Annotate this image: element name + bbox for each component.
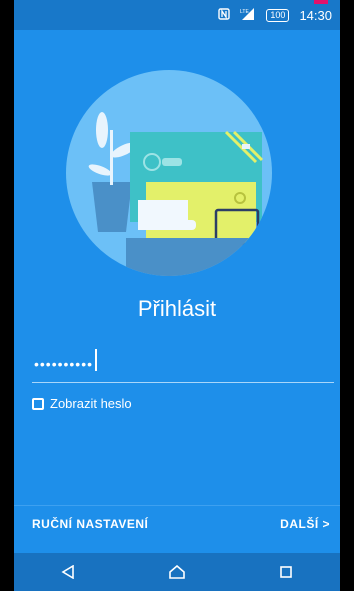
show-password-toggle[interactable]: Zobrazit heslo xyxy=(32,396,132,411)
text-cursor xyxy=(95,349,97,371)
next-button[interactable]: DALŠÍ > xyxy=(280,517,330,531)
recents-icon[interactable] xyxy=(266,557,306,587)
notification-marker xyxy=(314,0,328,4)
divider xyxy=(14,505,340,506)
clock: 14:30 xyxy=(299,7,332,23)
battery-icon: 100 xyxy=(266,8,290,22)
checkbox-icon[interactable] xyxy=(32,397,44,410)
setup-illustration xyxy=(66,70,272,276)
home-icon[interactable] xyxy=(157,557,197,587)
status-bar: LTE 100 14:30 xyxy=(14,0,340,30)
battery-level: 100 xyxy=(270,9,286,20)
illustration-graphic xyxy=(88,112,272,276)
network-label: LTE xyxy=(240,9,249,15)
signal-icon: LTE xyxy=(240,8,256,22)
nfc-icon xyxy=(218,8,231,22)
setup-screen: LTE 100 14:30 Přihlásit •••••••••• Zobra… xyxy=(14,0,340,591)
navigation-bar xyxy=(14,553,340,591)
show-password-label: Zobrazit heslo xyxy=(50,396,132,411)
password-field[interactable] xyxy=(32,346,334,383)
page-title: Přihlásit xyxy=(137,296,217,321)
manual-setup-button[interactable]: RUČNÍ NASTAVENÍ xyxy=(32,517,148,531)
back-icon[interactable] xyxy=(48,557,88,587)
